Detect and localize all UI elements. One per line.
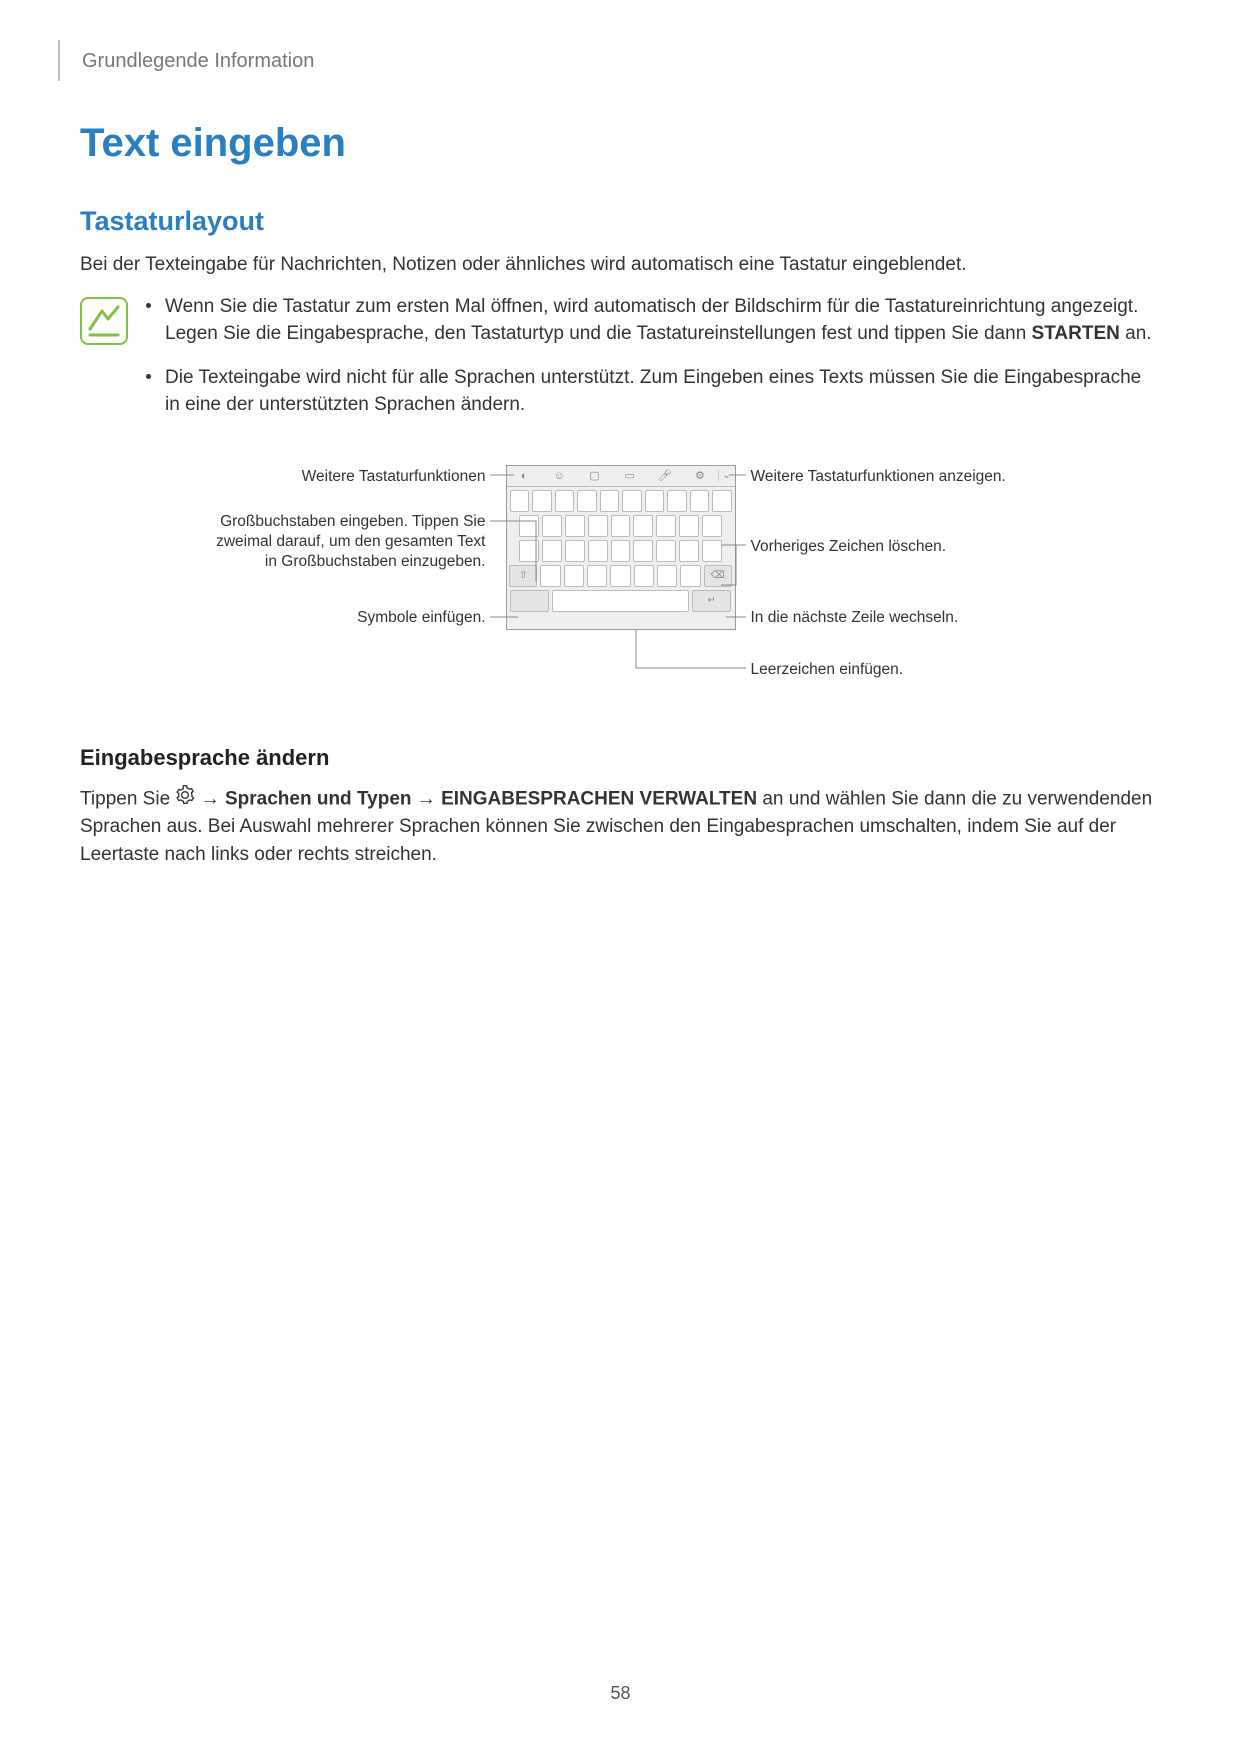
section-heading-language: Eingabesprache ändern [80,745,1161,771]
list-item: Die Texteingabe wird nicht für alle Spra… [146,364,1161,419]
intro-paragraph: Bei der Texteingabe für Nachrichten, Not… [80,251,1161,279]
shift-key: ⇧ [509,565,537,587]
callout-enter: In die nächste Zeile wechseln. [751,608,959,628]
toolbar-sticker-icon: ▢ [577,469,612,482]
page-title: Text eingeben [80,121,1161,166]
toolbar-mic-icon: 🎤︎ [647,469,682,482]
callout-more: Weitere Tastaturfunktionen anzeigen. [751,467,1006,487]
keyboard-diagram: Weitere Tastaturfunktionen Großbuchstabe… [206,465,1036,695]
note-text-1: Wenn Sie die Tastatur zum ersten Mal öff… [165,293,1161,348]
symbols-key [510,590,550,612]
note-icon [80,297,128,345]
note-text-2: Die Texteingabe wird nicht für alle Spra… [165,364,1161,419]
bullet-icon [146,374,151,379]
toolbar-clipboard-icon: ▭ [612,469,647,482]
toolbar-voice-icon: ◐ [507,470,542,482]
toolbar-settings-icon: ⚙ [682,469,717,482]
callout-symbols: Symbole einfügen. [206,608,486,628]
page-number: 58 [0,1683,1241,1704]
toolbar-chevron-icon: ⌄ [718,470,735,481]
gear-icon [175,785,195,814]
callout-toolbar: Weitere Tastaturfunktionen [206,467,486,487]
keyboard-image: ◐ ☺ ▢ ▭ 🎤︎ ⚙ ⌄ ⇧ ⌫ ↵ [506,465,736,630]
breadcrumb: Grundlegende Information [58,40,1161,81]
language-paragraph: Tippen Sie → Sprachen und Typen → EINGAB… [80,785,1161,869]
list-item: Wenn Sie die Tastatur zum ersten Mal öff… [146,293,1161,348]
callout-backspace: Vorheriges Zeichen löschen. [751,537,947,557]
toolbar-emoji-icon: ☺ [542,470,577,482]
enter-key: ↵ [692,590,732,612]
space-key [552,590,689,612]
callout-shift: Großbuchstaben eingeben. Tippen Sie zwei… [206,512,486,572]
callout-space: Leerzeichen einfügen. [751,660,904,680]
backspace-key: ⌫ [704,565,732,587]
section-heading-layout: Tastaturlayout [80,206,1161,237]
bullet-icon [146,303,151,308]
